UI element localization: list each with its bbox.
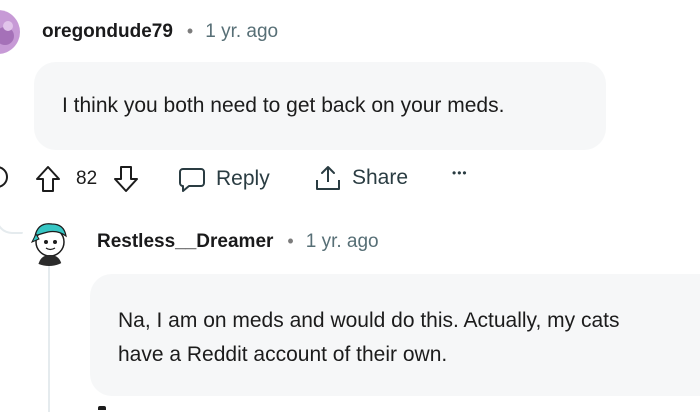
reply-meta: Restless__Dreamer • 1 yr. ago — [97, 228, 379, 256]
share-button[interactable]: Share — [314, 164, 408, 192]
comment-thread: oregondude79 • 1 yr. ago I think you bot… — [0, 0, 700, 412]
next-item-edge — [98, 406, 106, 410]
thread-line[interactable] — [48, 258, 50, 412]
meta-separator: • — [287, 230, 294, 251]
thread-connector — [0, 202, 26, 234]
reply-text-line-2: have a Reddit account of their own. — [118, 343, 448, 366]
reply-button[interactable]: Reply — [178, 165, 270, 193]
share-icon — [314, 164, 342, 192]
comment-username[interactable]: oregondude79 — [42, 21, 173, 43]
upvote-button[interactable] — [34, 164, 62, 200]
share-label: Share — [352, 166, 409, 189]
upvote-arrow-icon — [34, 164, 62, 200]
vote-count: 82 — [76, 168, 98, 189]
comment-timestamp[interactable]: 1 yr. ago — [205, 21, 278, 43]
more-options-button[interactable]: ••• — [452, 166, 468, 180]
reply-text-line-1: Na, I am on meds and would do this. Actu… — [118, 309, 620, 332]
comment-action-bar: 82 Reply Share ••• — [0, 158, 700, 202]
reply-username[interactable]: Restless__Dreamer — [97, 231, 273, 253]
reply-body: Na, I am on meds and would do this. Actu… — [90, 274, 700, 396]
user-avatar[interactable] — [0, 6, 22, 58]
reply-text: Na, I am on meds and would do this. Actu… — [118, 304, 620, 372]
reply-timestamp[interactable]: 1 yr. ago — [306, 231, 379, 253]
downvote-button[interactable] — [112, 164, 140, 200]
collapse-thread-button[interactable] — [0, 166, 8, 188]
comment-text: I think you both need to get back on you… — [62, 94, 505, 117]
comment-body: I think you both need to get back on you… — [34, 62, 606, 150]
overflow-menu-icon: ••• — [452, 166, 468, 180]
meta-separator: • — [186, 20, 194, 41]
comment-meta: oregondude79 • 1 yr. ago — [42, 18, 278, 46]
reply-label: Reply — [216, 167, 270, 190]
comment-bubble-icon — [178, 165, 206, 193]
reply-avatar[interactable] — [22, 212, 76, 266]
downvote-arrow-icon — [112, 164, 140, 200]
